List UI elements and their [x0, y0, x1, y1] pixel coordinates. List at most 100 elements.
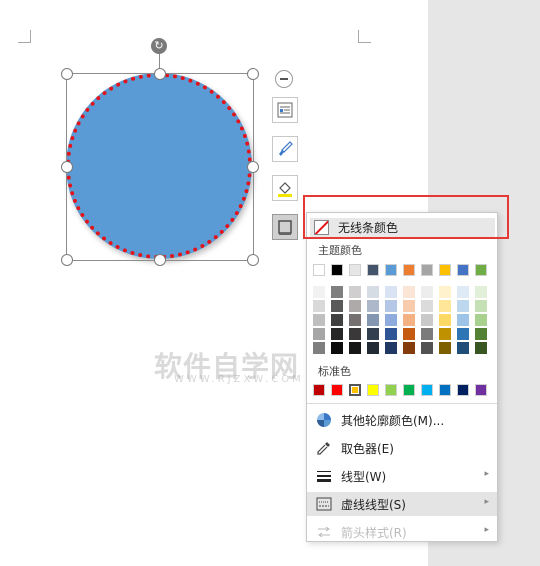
theme-shade-swatch[interactable]	[475, 328, 487, 340]
theme-shade-swatch[interactable]	[349, 314, 361, 326]
paint-bucket-icon	[278, 182, 292, 197]
theme-color-swatch[interactable]	[313, 264, 325, 276]
theme-color-swatch[interactable]	[385, 264, 397, 276]
resize-handle-top[interactable]	[154, 68, 166, 80]
fill-button[interactable]	[272, 175, 298, 201]
standard-color-swatch[interactable]	[385, 384, 397, 396]
theme-shade-swatch[interactable]	[421, 314, 433, 326]
submenu-arrow-icon: ▸	[484, 525, 489, 535]
theme-shade-swatch[interactable]	[439, 328, 451, 340]
theme-shade-swatch[interactable]	[403, 286, 415, 298]
theme-shade-swatch[interactable]	[403, 300, 415, 312]
theme-shade-swatch[interactable]	[367, 314, 379, 326]
theme-shade-swatch[interactable]	[349, 286, 361, 298]
theme-shade-swatch[interactable]	[331, 314, 343, 326]
theme-shade-swatch[interactable]	[403, 314, 415, 326]
theme-shade-swatch[interactable]	[331, 300, 343, 312]
theme-shade-swatch[interactable]	[403, 342, 415, 354]
theme-shade-swatch[interactable]	[313, 314, 325, 326]
theme-shade-swatch[interactable]	[457, 286, 469, 298]
theme-shade-swatch[interactable]	[349, 300, 361, 312]
theme-shade-swatch[interactable]	[313, 286, 325, 298]
theme-shade-swatch[interactable]	[313, 300, 325, 312]
arrow-style-icon	[316, 524, 332, 540]
theme-shade-swatch[interactable]	[439, 300, 451, 312]
standard-color-swatch[interactable]	[349, 384, 361, 396]
theme-color-swatch[interactable]	[349, 264, 361, 276]
resize-handle-left[interactable]	[61, 161, 73, 173]
brush-icon	[279, 141, 293, 156]
menu-item-eyedropper[interactable]: 取色器(E)	[307, 436, 497, 460]
standard-color-swatch[interactable]	[331, 384, 343, 396]
menu-item-label: 虚线线型(S)	[341, 498, 406, 512]
resize-handle-bottom-left[interactable]	[61, 254, 73, 266]
theme-shade-swatch[interactable]	[457, 328, 469, 340]
menu-item-label: 箭头样式(R)	[341, 526, 407, 540]
standard-color-swatch[interactable]	[457, 384, 469, 396]
theme-shade-swatch[interactable]	[385, 328, 397, 340]
theme-shade-swatch[interactable]	[457, 300, 469, 312]
theme-shade-swatch[interactable]	[385, 300, 397, 312]
menu-item-dash-type[interactable]: 虚线线型(S) ▸	[307, 492, 497, 516]
theme-shade-swatch[interactable]	[439, 286, 451, 298]
theme-color-swatch[interactable]	[457, 264, 469, 276]
standard-color-swatch[interactable]	[403, 384, 415, 396]
theme-shade-swatch[interactable]	[331, 342, 343, 354]
theme-color-swatch[interactable]	[367, 264, 379, 276]
rotate-handle-icon[interactable]: ↻	[151, 38, 167, 54]
standard-color-swatch[interactable]	[439, 384, 451, 396]
resize-handle-right[interactable]	[247, 161, 259, 173]
theme-shade-swatch[interactable]	[313, 342, 325, 354]
theme-shade-swatch[interactable]	[421, 286, 433, 298]
standard-color-swatch[interactable]	[475, 384, 487, 396]
submenu-arrow-icon: ▸	[484, 497, 489, 507]
layout-options-button[interactable]	[272, 97, 298, 123]
watermark-url: WWW.RJZXW.COM	[174, 374, 304, 385]
theme-shade-swatch[interactable]	[475, 342, 487, 354]
theme-shade-swatch[interactable]	[367, 342, 379, 354]
theme-shade-swatch[interactable]	[385, 342, 397, 354]
theme-color-swatch[interactable]	[421, 264, 433, 276]
theme-color-swatch[interactable]	[331, 264, 343, 276]
theme-shade-swatch[interactable]	[421, 328, 433, 340]
theme-shade-swatch[interactable]	[439, 314, 451, 326]
menu-item-palette[interactable]: 其他轮廓颜色(M)...	[307, 408, 497, 432]
theme-shade-swatch[interactable]	[421, 300, 433, 312]
menu-item-line-weight[interactable]: 线型(W) ▸	[307, 464, 497, 488]
theme-shade-swatch[interactable]	[367, 286, 379, 298]
theme-shade-swatch[interactable]	[349, 342, 361, 354]
theme-color-swatch[interactable]	[475, 264, 487, 276]
theme-shade-swatch[interactable]	[439, 342, 451, 354]
highlight-box	[303, 195, 509, 239]
menu-item-arrow-style: 箭头样式(R) ▸	[307, 520, 497, 544]
collapse-toolbar-icon[interactable]	[275, 70, 293, 88]
theme-shade-swatch[interactable]	[421, 342, 433, 354]
standard-color-swatch[interactable]	[313, 384, 325, 396]
theme-shade-swatch[interactable]	[403, 328, 415, 340]
theme-shade-swatch[interactable]	[475, 286, 487, 298]
theme-shade-swatch[interactable]	[331, 286, 343, 298]
theme-shade-swatch[interactable]	[457, 314, 469, 326]
theme-shade-swatch[interactable]	[367, 328, 379, 340]
theme-shade-swatch[interactable]	[475, 300, 487, 312]
resize-handle-bottom-right[interactable]	[247, 254, 259, 266]
theme-color-swatch[interactable]	[439, 264, 451, 276]
standard-color-swatch[interactable]	[421, 384, 433, 396]
menu-item-label: 其他轮廓颜色(M)...	[341, 414, 445, 428]
style-button[interactable]	[272, 136, 298, 162]
selection-box	[66, 73, 254, 261]
theme-shade-swatch[interactable]	[367, 300, 379, 312]
theme-shade-swatch[interactable]	[475, 314, 487, 326]
theme-shade-swatch[interactable]	[313, 328, 325, 340]
resize-handle-top-right[interactable]	[247, 68, 259, 80]
theme-shade-swatch[interactable]	[385, 314, 397, 326]
theme-shade-swatch[interactable]	[349, 328, 361, 340]
resize-handle-bottom[interactable]	[154, 254, 166, 266]
resize-handle-top-left[interactable]	[61, 68, 73, 80]
theme-shade-swatch[interactable]	[457, 342, 469, 354]
theme-shade-swatch[interactable]	[331, 328, 343, 340]
theme-shade-swatch[interactable]	[385, 286, 397, 298]
standard-color-swatch[interactable]	[367, 384, 379, 396]
outline-button[interactable]	[272, 214, 298, 240]
theme-color-swatch[interactable]	[403, 264, 415, 276]
